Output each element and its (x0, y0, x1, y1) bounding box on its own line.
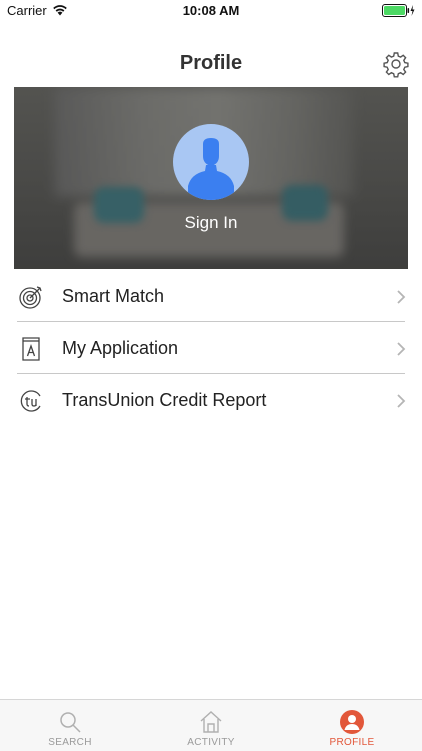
sign-in-button[interactable]: Sign In (14, 213, 408, 233)
application-icon (22, 337, 40, 361)
divider (17, 373, 405, 374)
avatar[interactable] (173, 124, 249, 200)
nav-bar: Profile (0, 22, 422, 86)
profile-icon (340, 710, 364, 734)
menu-item-smart-match[interactable]: Smart Match (14, 271, 408, 322)
status-bar: Carrier 10:08 AM (0, 0, 422, 22)
tab-bar: SEARCH ACTIVITY PROFILE (0, 699, 422, 751)
transunion-icon (20, 390, 41, 412)
person-icon (188, 138, 234, 200)
tab-activity[interactable]: ACTIVITY (141, 700, 281, 751)
page-title: Profile (179, 52, 243, 74)
tab-label: ACTIVITY (187, 737, 235, 748)
gear-icon[interactable] (382, 50, 410, 78)
target-icon (19, 286, 42, 309)
tab-label: SEARCH (48, 737, 92, 748)
tab-label: PROFILE (329, 737, 375, 748)
home-icon (200, 711, 222, 733)
tab-search[interactable]: SEARCH (0, 700, 140, 751)
profile-hero: Sign In (14, 87, 408, 269)
menu-item-my-application[interactable]: My Application (14, 323, 408, 374)
menu-item-label: Smart Match (62, 286, 165, 306)
chevron-right-icon (397, 342, 406, 356)
menu-item-label: TransUnion Credit Report (62, 390, 267, 410)
menu-item-transunion-credit-report[interactable]: TransUnion Credit Report (14, 375, 408, 426)
status-time: 10:08 AM (182, 3, 240, 18)
search-icon (60, 712, 81, 733)
divider (17, 321, 405, 322)
chevron-right-icon (397, 394, 406, 408)
battery-icon (382, 4, 415, 17)
menu-item-label: My Application (62, 338, 179, 358)
tab-profile[interactable]: PROFILE (282, 700, 422, 751)
chevron-right-icon (397, 290, 406, 304)
